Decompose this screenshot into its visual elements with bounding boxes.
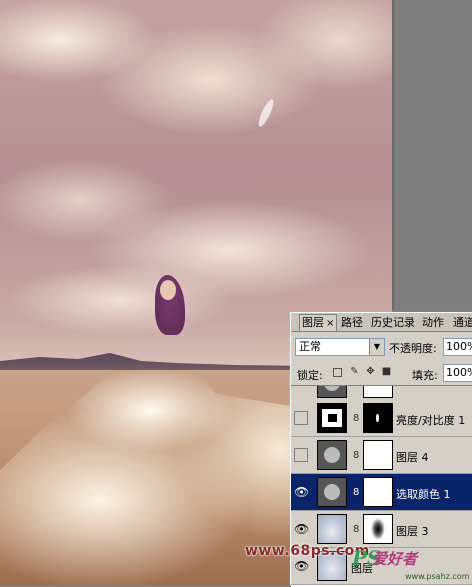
padlock-icon[interactable]: ■	[381, 366, 392, 377]
fill-input[interactable]: 100%	[443, 364, 472, 382]
tab-channels[interactable]: 通道	[451, 315, 472, 331]
layer-name: 亮度/对比度 1	[396, 414, 466, 427]
panel-tab-bar: 图层 × 路径 历史记录 动作 通道	[291, 313, 472, 332]
layer-name: 选取颜色 1	[396, 488, 451, 501]
sky-highlight	[256, 97, 276, 129]
eye-icon[interactable]: 👁	[294, 559, 309, 573]
fill-label: 填充:	[412, 369, 438, 382]
layer-mask-thumbnail	[363, 514, 393, 544]
layer-mask-thumbnail	[363, 477, 393, 507]
layer-row-partial[interactable]	[291, 386, 472, 401]
chevron-down-icon[interactable]: ▼	[369, 339, 384, 355]
layer-row[interactable]: 8 亮度/对比度 1	[291, 400, 472, 437]
brightness-contrast-thumbnail	[317, 403, 347, 433]
eye-icon[interactable]: 👁	[294, 485, 309, 499]
layer-thumbnail	[317, 477, 347, 507]
layer-row-selected[interactable]: 👁 8 选取颜色 1	[291, 474, 472, 511]
tab-actions[interactable]: 动作	[420, 315, 446, 331]
layer-mask-thumbnail	[363, 440, 393, 470]
tab-layers[interactable]: 图层 ×	[299, 314, 338, 331]
workspace-background	[392, 0, 472, 310]
layer-name: 图层 4	[396, 451, 429, 464]
chain-link-icon[interactable]: 8	[353, 524, 359, 535]
opacity-label: 不透明度:	[389, 342, 437, 355]
visibility-toggle[interactable]	[294, 411, 308, 425]
layer-thumbnail	[317, 440, 347, 470]
woman-face	[160, 280, 176, 300]
watermark-url: www.psahz.com	[405, 572, 470, 581]
layer-name: 图层 3	[396, 525, 429, 538]
lock-transparency-icon[interactable]	[333, 368, 342, 377]
blend-mode-value: 正常	[299, 340, 321, 353]
layer-thumbnail	[317, 386, 347, 398]
close-icon[interactable]: ×	[326, 318, 334, 329]
move-arrows-icon[interactable]: ✥	[365, 366, 376, 377]
eye-icon[interactable]: 👁	[294, 522, 309, 536]
layer-mask-thumbnail	[363, 386, 393, 398]
tab-history[interactable]: 历史记录	[369, 315, 417, 331]
blend-mode-select[interactable]: 正常 ▼	[295, 338, 385, 356]
layer-row[interactable]: 8 图层 4	[291, 437, 472, 474]
opacity-input[interactable]: 100%	[443, 338, 472, 356]
brush-icon[interactable]: ✎	[349, 366, 360, 377]
tab-layers-label: 图层	[302, 316, 324, 329]
chain-link-icon[interactable]: 8	[353, 413, 359, 424]
watermark-right: 爱好者	[372, 550, 418, 568]
visibility-toggle[interactable]	[294, 448, 308, 462]
layer-mask-thumbnail	[363, 403, 393, 433]
lock-label: 锁定:	[297, 369, 323, 382]
tab-paths[interactable]: 路径	[339, 315, 365, 331]
canvas-edge	[392, 0, 394, 310]
chain-link-icon[interactable]: 8	[353, 487, 359, 498]
layer-thumbnail	[317, 514, 347, 544]
chain-link-icon[interactable]: 8	[353, 450, 359, 461]
